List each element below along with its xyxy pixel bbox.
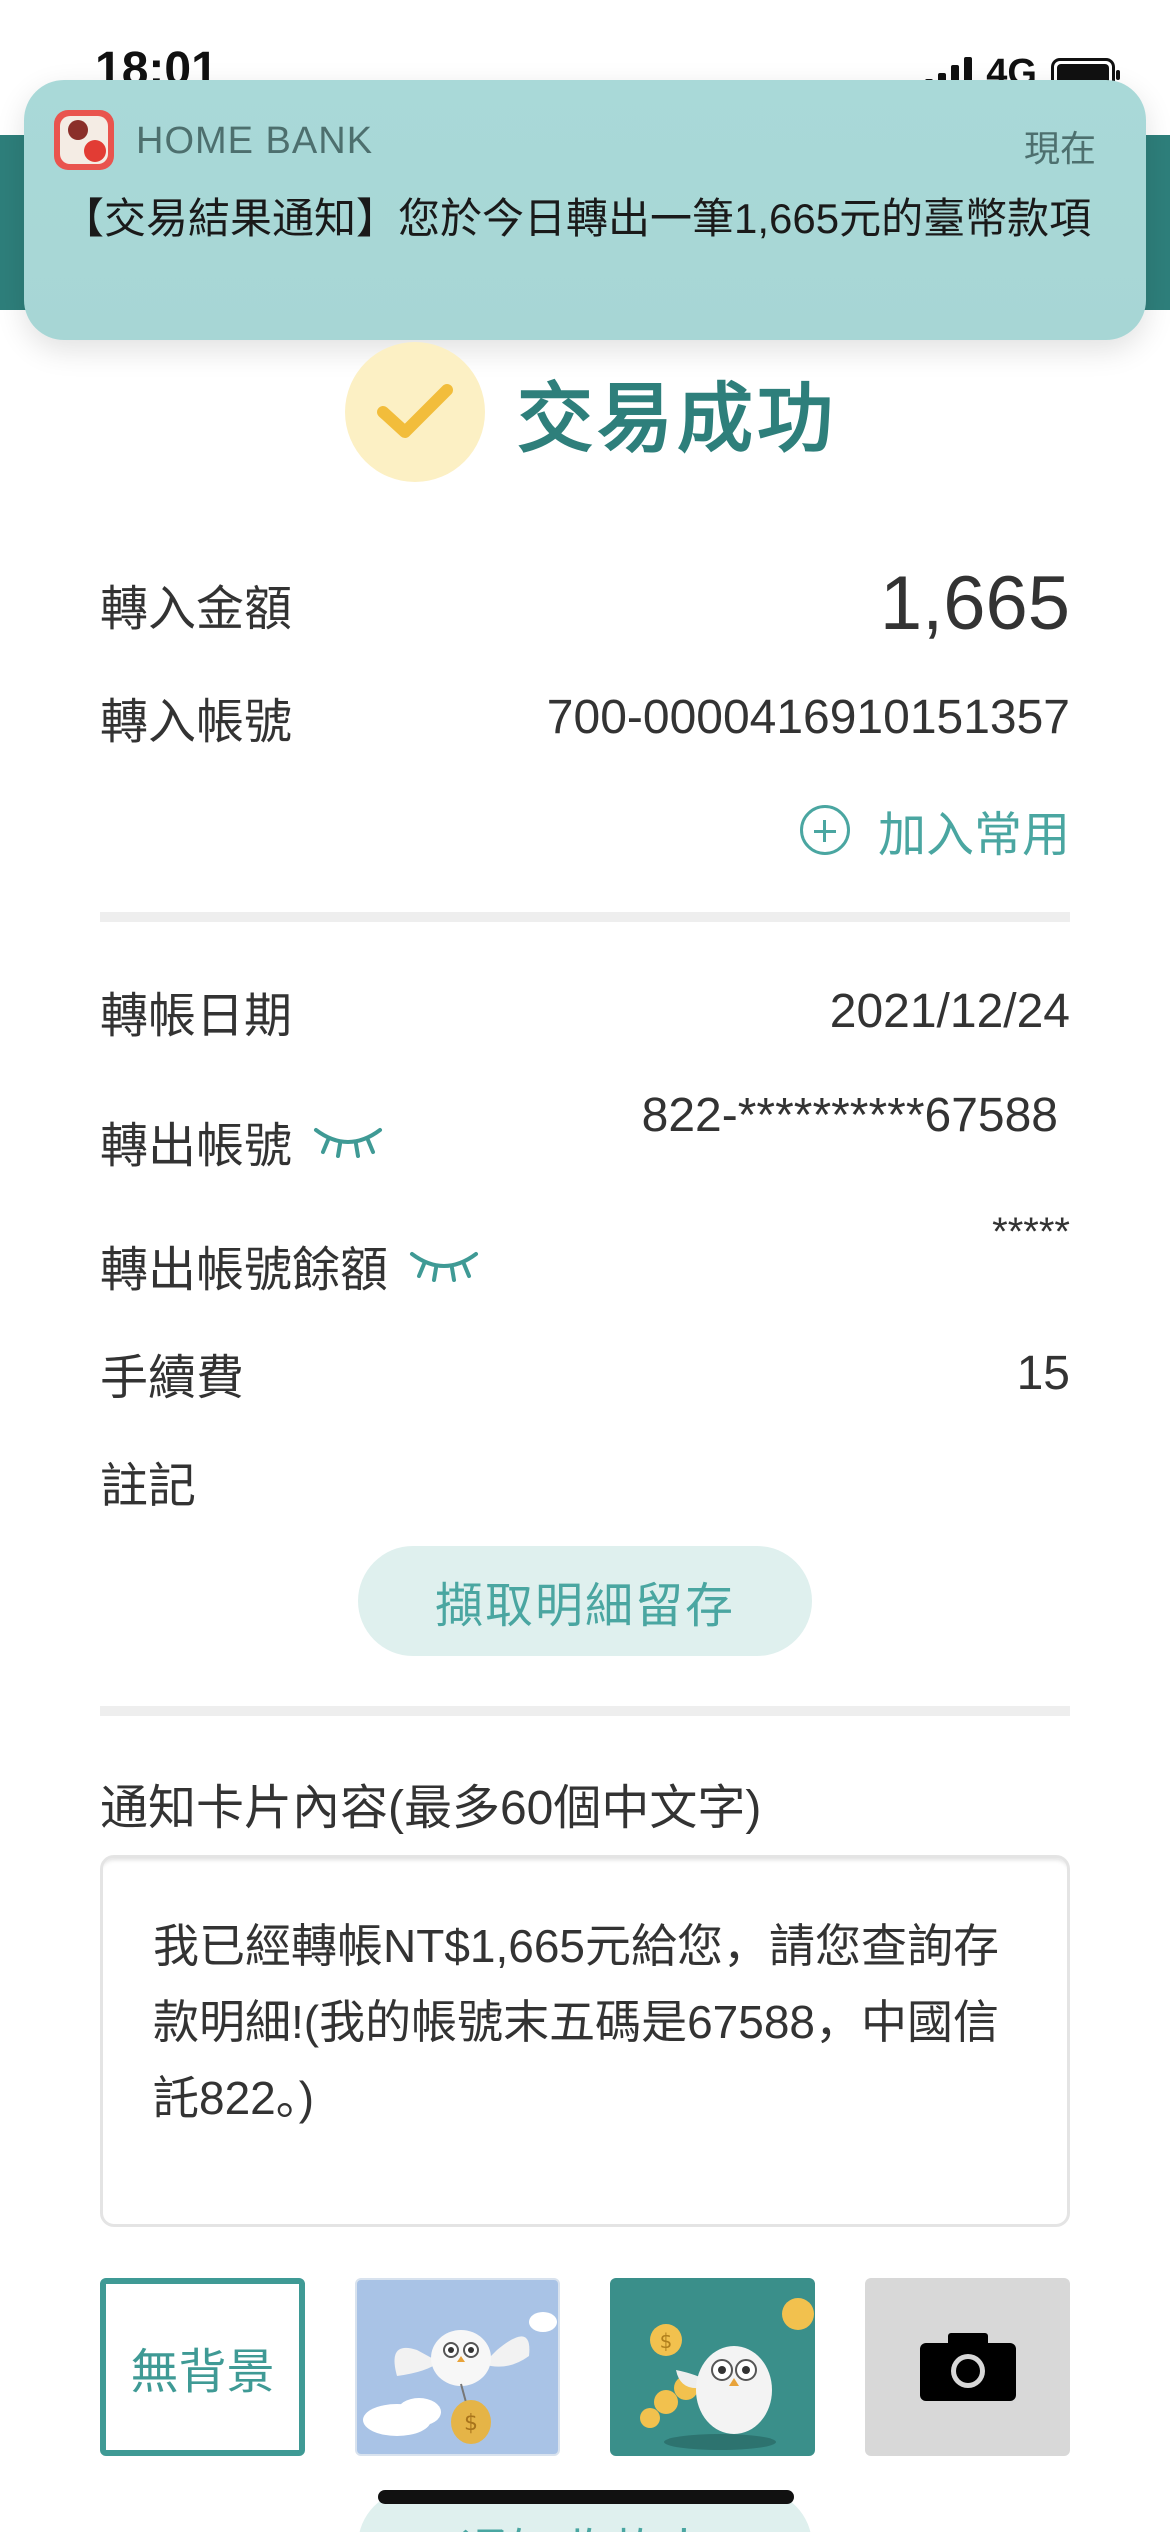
add-favorite-label: 加入常用 [877, 809, 1070, 862]
svg-text:$: $ [660, 2329, 673, 2353]
add-favorite-button[interactable]: 加入常用 [799, 795, 1070, 865]
notify-payee-label: 通知收款人 [460, 2512, 710, 2532]
background-none-label: 無背景 [130, 2346, 275, 2399]
svg-text:$: $ [464, 2411, 478, 2436]
owl-coins-illustration: $ [640, 2298, 814, 2450]
card-content-textarea[interactable]: 我已經轉帳NT$1,665元給您，請您查詢存款明細!(我的帳號末五碼是67588… [100, 1855, 1070, 2227]
check-icon [345, 342, 485, 482]
fee-label: 手續費 [100, 1352, 245, 1405]
fee-value: 15 [1016, 1346, 1070, 1400]
amount-value: 1,665 [879, 561, 1070, 646]
eye-closed-icon[interactable] [408, 1248, 480, 1282]
date-value: 2021/12/24 [829, 984, 1070, 1038]
date-label: 轉帳日期 [100, 990, 293, 1043]
from-account-label-wrap: 轉出帳號 [100, 1106, 384, 1176]
balance-label: 轉出帳號餘額 [100, 1244, 389, 1297]
amount-row: 轉入金額 1,665 [100, 560, 1070, 647]
background-owl-coins-option[interactable]: $ [610, 2278, 815, 2456]
background-owl-sky-option[interactable]: $ [355, 2278, 560, 2456]
balance-label-wrap: 轉出帳號餘額 [100, 1230, 480, 1300]
to-account-value: 700-0000416910151357 [546, 690, 1070, 744]
success-title: 交易成功 [517, 377, 837, 462]
notification-message: 【交易結果通知】您於今日轉出一筆1,665元的臺幣款項 [62, 195, 1092, 242]
to-account-label: 轉入帳號 [100, 696, 293, 749]
add-circle-icon [799, 805, 850, 855]
card-background-options: 無背景 $ $ [100, 2278, 1070, 2456]
save-screenshot-button[interactable]: 擷取明細留存 [358, 1546, 812, 1656]
amount-label: 轉入金額 [100, 582, 293, 636]
section-divider [100, 912, 1070, 922]
from-account-row: 轉出帳號 822-**********67588 [100, 1088, 1070, 1176]
balance-value: ***** [992, 1210, 1070, 1254]
fee-row: 手續費 15 [100, 1338, 1070, 1408]
balance-row: 轉出帳號餘額 ***** [100, 1210, 1070, 1300]
notification-app-name: HOME BANK [136, 120, 374, 162]
from-account-label: 轉出帳號 [100, 1120, 293, 1173]
note-row: 註記 [100, 1446, 1070, 1516]
section-divider [100, 1706, 1070, 1716]
to-account-row: 轉入帳號 700-0000416910151357 [100, 682, 1070, 752]
date-row: 轉帳日期 2021/12/24 [100, 976, 1070, 1046]
from-account-value: 822-**********67588 [641, 1089, 1058, 1142]
background-camera-option[interactable] [865, 2278, 1070, 2456]
transaction-success-header: 交易成功 [345, 342, 837, 482]
background-none-option[interactable]: 無背景 [100, 2278, 305, 2456]
eye-closed-icon[interactable] [312, 1124, 384, 1158]
note-label: 註記 [100, 1460, 197, 1513]
home-indicator[interactable] [378, 2490, 794, 2504]
notification-time: 現在 [1023, 128, 1096, 169]
push-notification[interactable]: HOME BANK 現在 【交易結果通知】您於今日轉出一筆1,665元的臺幣款項 [24, 80, 1146, 340]
card-content-title: 通知卡片內容(最多60個中文字) [100, 1782, 762, 1835]
owl-sky-illustration: $ [363, 2312, 557, 2444]
camera-icon [919, 2333, 1016, 2401]
home-bank-app-icon [54, 110, 114, 170]
